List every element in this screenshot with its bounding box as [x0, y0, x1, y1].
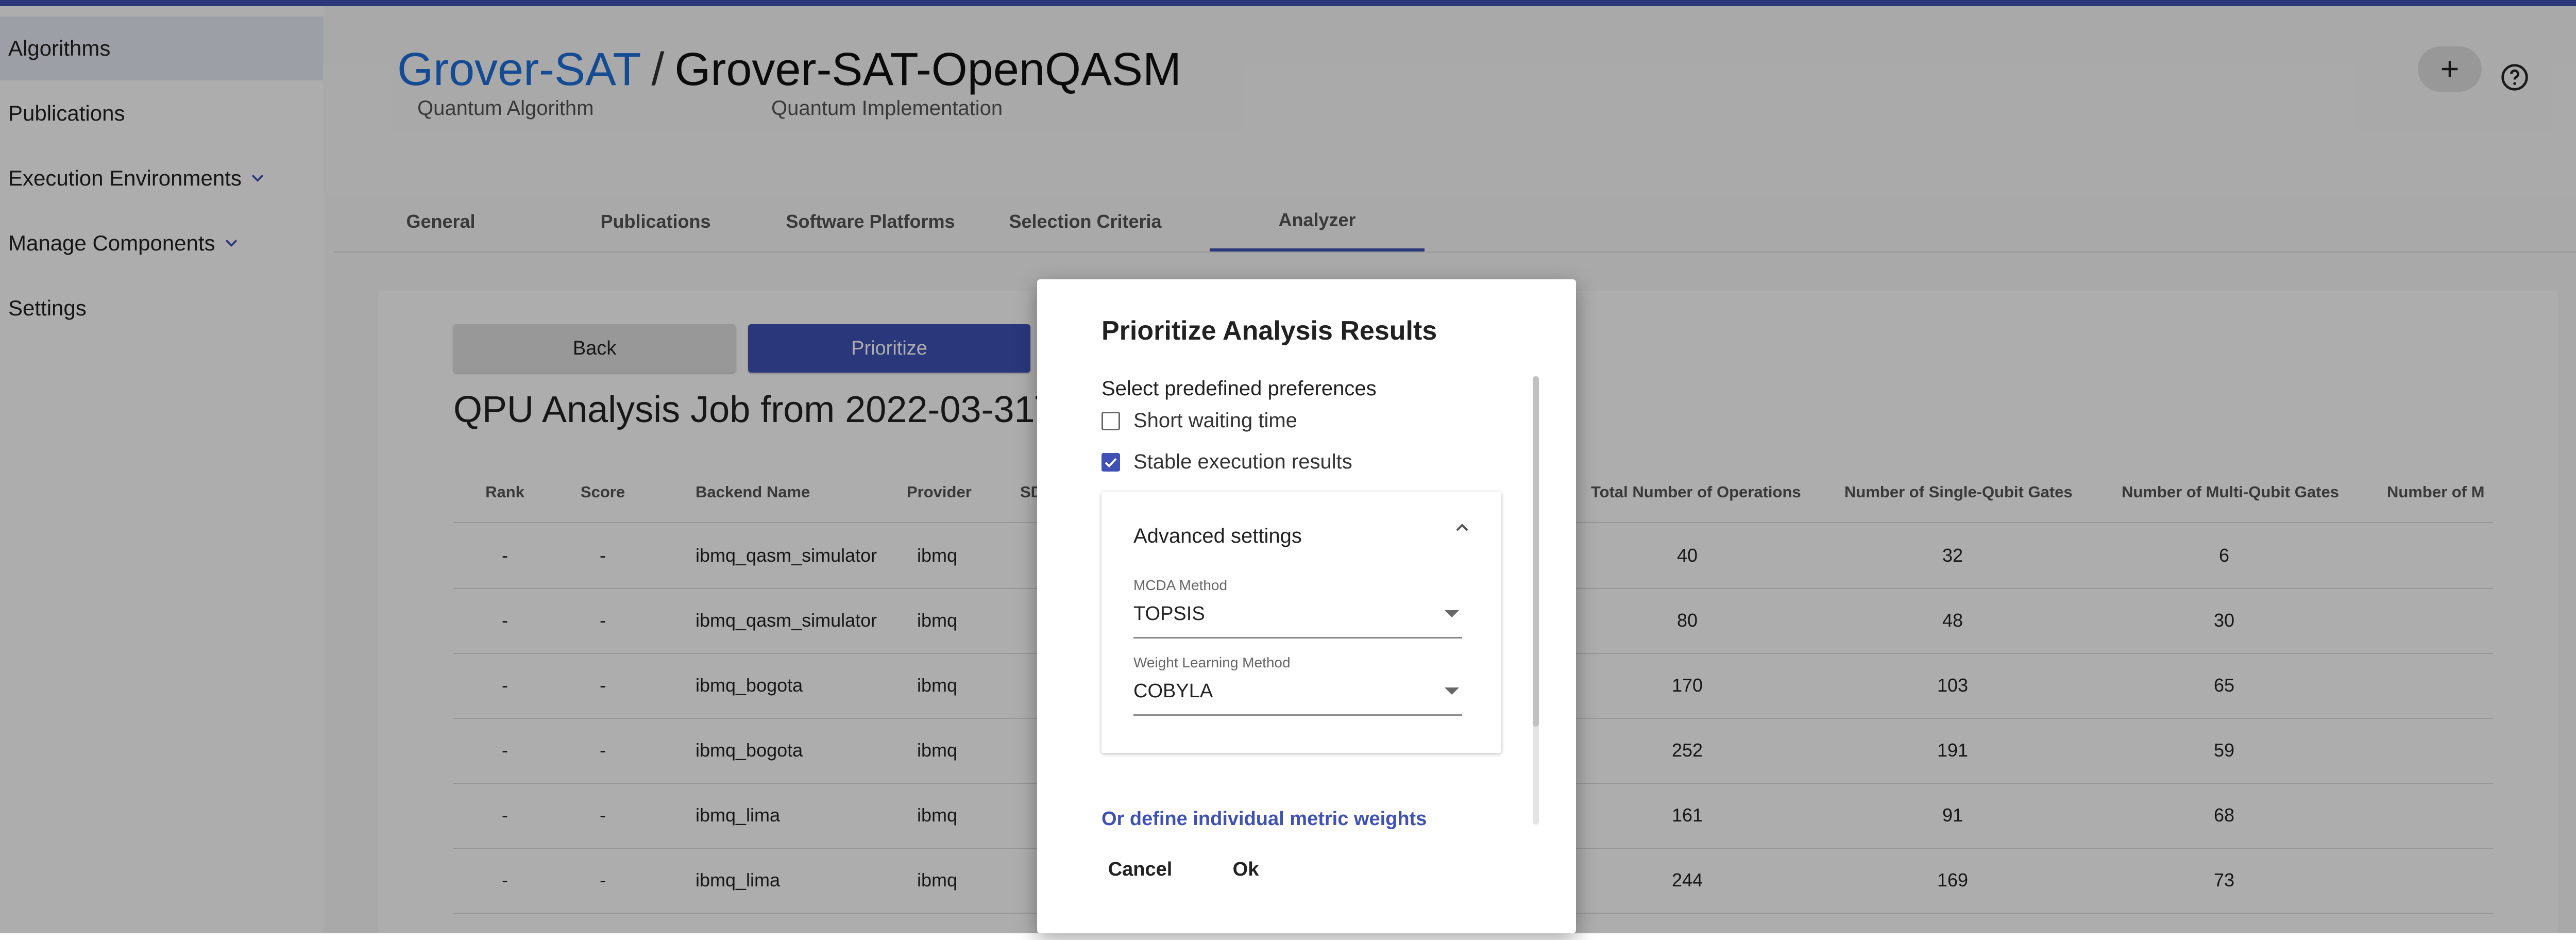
checkbox-stable-execution-results[interactable]	[1101, 452, 1120, 472]
option-label: Stable execution results	[1133, 450, 1352, 473]
weight-learning-method-select[interactable]: COBYLA	[1133, 673, 1462, 716]
option-label: Short waiting time	[1133, 409, 1297, 432]
weight-learning-method-label: Weight Learning Method	[1133, 654, 1291, 670]
prioritize-dialog: Prioritize Analysis Results Select prede…	[1037, 279, 1576, 933]
mcda-method-value: TOPSIS	[1133, 603, 1205, 625]
dropdown-arrow-icon	[1445, 687, 1459, 695]
scrollbar-thumb[interactable]	[1533, 376, 1539, 727]
preferences-heading: Select predefined preferences	[1101, 377, 1377, 400]
cancel-button[interactable]: Cancel	[1101, 851, 1179, 887]
option-stable-execution-results[interactable]: Stable execution results	[1101, 450, 1352, 474]
mcda-method-label: MCDA Method	[1133, 577, 1228, 593]
dialog-scrollbar[interactable]	[1533, 376, 1539, 825]
advanced-settings-panel: Advanced settings MCDA Method TOPSIS Wei…	[1101, 492, 1501, 753]
check-icon	[1105, 458, 1117, 467]
mcda-method-select[interactable]: TOPSIS	[1133, 596, 1462, 639]
define-metric-weights-link[interactable]: Or define individual metric weights	[1101, 808, 1427, 830]
chevron-up-icon[interactable]	[1452, 517, 1472, 538]
weight-learning-method-value: COBYLA	[1133, 680, 1213, 702]
dialog-content: Select predefined preferences Short wait…	[1037, 372, 1576, 887]
ok-button[interactable]: Ok	[1223, 851, 1269, 887]
checkbox-short-waiting-time[interactable]	[1101, 411, 1120, 430]
dialog-title: Prioritize Analysis Results	[1101, 316, 1437, 346]
advanced-settings-header[interactable]: Advanced settings	[1133, 525, 1302, 548]
option-short-waiting-time[interactable]: Short waiting time	[1101, 409, 1297, 432]
dropdown-arrow-icon	[1445, 610, 1459, 617]
